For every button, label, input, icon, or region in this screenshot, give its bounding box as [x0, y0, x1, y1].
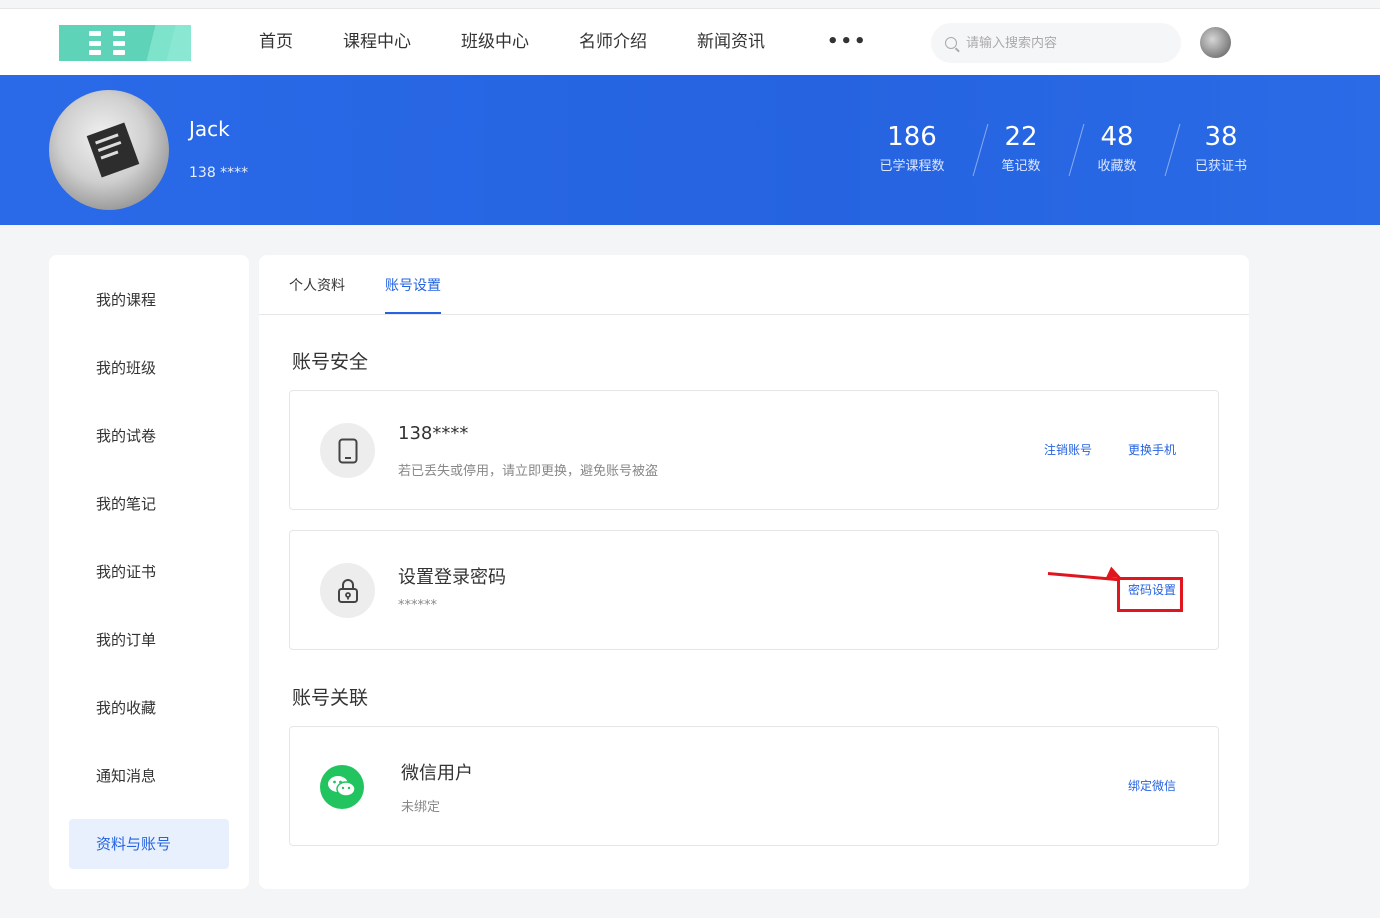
annotation-highlight-box	[1117, 577, 1183, 612]
wechat-card: 微信用户 未绑定 绑定微信	[289, 726, 1219, 846]
logo-bars	[113, 31, 125, 55]
sidebar-item-my-courses[interactable]: 我的课程	[69, 275, 229, 325]
tab-account-settings[interactable]: 账号设置	[385, 275, 441, 314]
logo-bars	[89, 31, 101, 55]
nav-item-teachers[interactable]: 名师介绍	[579, 31, 647, 53]
stat-courses[interactable]: 186 已学课程数	[872, 121, 952, 174]
profile-phone: 138 ****	[189, 165, 249, 181]
phone-card: 138**** 若已丢失或停用，请立即更换，避免账号被盗 注销账号 更换手机	[289, 390, 1219, 510]
sidebar-menu: 我的课程 我的班级 我的试卷 我的笔记 我的证书 我的订单 我的收藏 通知消息 …	[49, 255, 249, 889]
search-box	[931, 23, 1181, 63]
stat-favorites[interactable]: 48 收藏数	[1088, 121, 1146, 174]
tab-personal-info[interactable]: 个人资料	[289, 275, 345, 312]
stat-value: 22	[1004, 122, 1038, 152]
profile-avatar[interactable]	[49, 90, 169, 210]
stat-divider	[1164, 123, 1181, 177]
sidebar-item-my-favorites[interactable]: 我的收藏	[69, 683, 229, 733]
wechat-icon	[320, 765, 364, 809]
nav-item-classes[interactable]: 班级中心	[461, 31, 529, 53]
account-settings-panel: 个人资料 账号设置 账号安全 138**** 若已丢失或停用，请立即更换，避免账…	[259, 255, 1249, 889]
stat-label: 收藏数	[1097, 159, 1137, 174]
stat-value: 48	[1100, 122, 1134, 152]
sidebar-item-my-certificates[interactable]: 我的证书	[69, 547, 229, 597]
stat-notes[interactable]: 22 笔记数	[992, 121, 1050, 174]
stat-certificates[interactable]: 38 已获证书	[1186, 121, 1256, 174]
site-logo[interactable]	[59, 25, 191, 61]
search-icon[interactable]	[945, 37, 957, 49]
section-title-linked: 账号关联	[292, 687, 369, 709]
sidebar-item-my-orders[interactable]: 我的订单	[69, 615, 229, 665]
stat-divider	[1068, 123, 1085, 177]
wechat-status: 未绑定	[401, 800, 441, 815]
password-card: 设置登录密码 ****** 密码设置	[289, 530, 1219, 650]
sidebar-item-my-notes[interactable]: 我的笔记	[69, 479, 229, 529]
sidebar-item-profile-account[interactable]: 资料与账号	[69, 819, 229, 869]
password-title: 设置登录密码	[398, 567, 506, 588]
profile-banner: Jack 138 **** 186 已学课程数 22 笔记数 48 收藏数 38…	[0, 75, 1380, 225]
nav-more-button[interactable]: •••	[827, 31, 868, 53]
user-avatar[interactable]	[1200, 27, 1231, 58]
lock-icon	[320, 563, 375, 618]
section-title-security: 账号安全	[292, 351, 369, 373]
password-mask: ******	[398, 598, 437, 613]
nav-item-home[interactable]: 首页	[259, 31, 293, 53]
stat-label: 笔记数	[1001, 159, 1041, 174]
phone-hint: 若已丢失或停用，请立即更换，避免账号被盗	[398, 464, 659, 479]
stat-divider	[972, 123, 989, 177]
main-nav: 首页 课程中心 班级中心 名师介绍 新闻资讯 •••	[259, 31, 918, 53]
sidebar-item-my-exams[interactable]: 我的试卷	[69, 411, 229, 461]
top-navbar: 首页 课程中心 班级中心 名师介绍 新闻资讯 •••	[0, 8, 1380, 75]
nav-item-news[interactable]: 新闻资讯	[697, 31, 765, 53]
sidebar-item-my-classes[interactable]: 我的班级	[69, 343, 229, 393]
search-input[interactable]	[966, 35, 1166, 51]
bind-wechat-link[interactable]: 绑定微信	[1128, 777, 1176, 794]
phone-icon	[320, 423, 375, 478]
stat-label: 已获证书	[1194, 159, 1247, 174]
stat-label: 已学课程数	[879, 159, 945, 174]
tab-bar: 个人资料 账号设置	[259, 255, 1249, 315]
stat-value: 38	[1204, 122, 1238, 152]
phone-number: 138****	[398, 423, 469, 444]
cancel-account-link[interactable]: 注销账号	[1044, 441, 1092, 458]
avatar-photo-detail	[86, 122, 140, 178]
wechat-title: 微信用户	[401, 763, 473, 784]
stat-value: 186	[887, 122, 937, 152]
sidebar-item-notifications[interactable]: 通知消息	[69, 751, 229, 801]
change-phone-link[interactable]: 更换手机	[1128, 441, 1176, 458]
nav-item-courses[interactable]: 课程中心	[343, 31, 411, 53]
profile-name: Jack	[189, 117, 230, 141]
